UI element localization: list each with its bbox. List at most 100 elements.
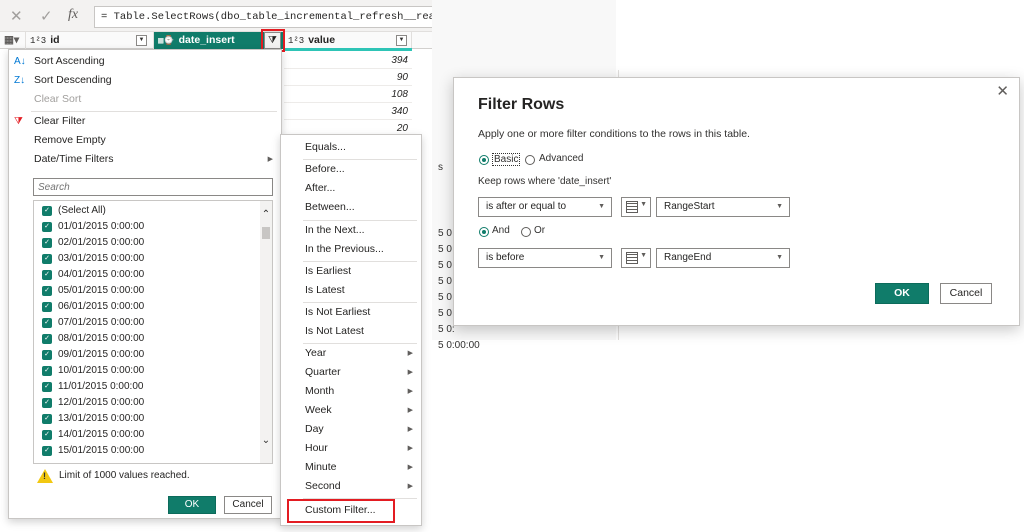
table-cell[interactable]: 90: [284, 69, 412, 86]
table-cell[interactable]: 108: [284, 86, 412, 103]
chevron-down-icon[interactable]: ▼: [136, 35, 147, 46]
table-corner-icon[interactable]: ▦▾: [0, 32, 26, 49]
check-icon[interactable]: ✓: [40, 7, 53, 25]
list-item[interactable]: ✓ 01/01/2015 0:00:00: [42, 219, 144, 235]
close-icon[interactable]: ✕: [996, 82, 1009, 100]
scrollbar[interactable]: ⌃ ⌄: [260, 201, 272, 463]
checkbox-checked-icon[interactable]: ✓: [42, 366, 52, 376]
condition2-operator-select[interactable]: is before ▼: [478, 248, 612, 268]
checkbox-checked-icon[interactable]: ✓: [42, 350, 52, 360]
menu-item-in-the-next[interactable]: In the Next...: [281, 221, 421, 240]
menu-item-hour[interactable]: Hour ▶: [281, 439, 421, 458]
datetime-filters-item[interactable]: Date/Time Filters ▶: [9, 150, 281, 169]
menu-item-is-not-latest[interactable]: Is Not Latest: [281, 322, 421, 341]
menu-item-is-not-earliest[interactable]: Is Not Earliest: [281, 303, 421, 322]
list-item[interactable]: ✓ 03/01/2015 0:00:00: [42, 251, 144, 267]
list-item[interactable]: ✓ 10/01/2015 0:00:00: [42, 363, 144, 379]
menu-item-quarter[interactable]: Quarter ▶: [281, 363, 421, 382]
menu-item-second[interactable]: Second ▶: [281, 477, 421, 496]
radio-advanced[interactable]: [525, 155, 535, 165]
list-item[interactable]: ✓ 02/01/2015 0:00:00: [42, 235, 144, 251]
checkbox-checked-icon[interactable]: ✓: [42, 382, 52, 392]
menu-item-between[interactable]: Between...: [281, 198, 421, 217]
formula-bar: ✕ ✓ fx = Table.SelectRows(dbo_table_incr…: [0, 0, 432, 32]
list-item[interactable]: ✓ 08/01/2015 0:00:00: [42, 331, 144, 347]
keep-rows-label: Keep rows where 'date_insert': [478, 176, 612, 187]
sort-descending-item[interactable]: Z↓ Sort Descending: [9, 71, 281, 90]
remove-empty-item[interactable]: Remove Empty: [9, 131, 281, 150]
column-header-value[interactable]: 1²3 value ▼: [284, 32, 412, 49]
menu-item-week[interactable]: Week ▶: [281, 401, 421, 420]
condition1-operator-select[interactable]: is after or equal to ▼: [478, 197, 612, 217]
chevron-down-icon[interactable]: ▼: [396, 35, 407, 46]
list-item[interactable]: ✓ 04/01/2015 0:00:00: [42, 267, 144, 283]
condition1-value-select[interactable]: RangeStart ▼: [656, 197, 790, 217]
list-item[interactable]: ✓ 12/01/2015 0:00:00: [42, 395, 144, 411]
checkbox-checked-icon[interactable]: ✓: [42, 318, 52, 328]
clear-filter-item[interactable]: ⧩ Clear Filter: [9, 112, 281, 131]
condition2-type-button[interactable]: ▼: [621, 248, 651, 268]
search-input[interactable]: [33, 178, 273, 196]
x-icon[interactable]: ✕: [10, 7, 23, 25]
radio-label-or[interactable]: Or: [534, 225, 545, 236]
radio-label-basic[interactable]: Basic: [492, 153, 521, 166]
formula-input[interactable]: = Table.SelectRows(dbo_table_incremental…: [94, 6, 432, 28]
menu-item-year[interactable]: Year ▶: [281, 344, 421, 363]
ok-button[interactable]: OK: [875, 283, 929, 304]
sort-ascending-item[interactable]: A↓ Sort Ascending: [9, 52, 281, 71]
list-item[interactable]: ✓ 13/01/2015 0:00:00: [42, 411, 144, 427]
ok-button[interactable]: OK: [168, 496, 216, 514]
checkbox-checked-icon[interactable]: ✓: [42, 254, 52, 264]
list-item[interactable]: ✓ 09/01/2015 0:00:00: [42, 347, 144, 363]
column-header-id[interactable]: 1²3 id ▼: [26, 32, 154, 49]
list-item[interactable]: ✓ (Select All): [42, 203, 106, 219]
table-cell[interactable]: 394: [284, 52, 412, 69]
list-item[interactable]: ✓ 11/01/2015 0:00:00: [42, 379, 143, 395]
menu-item-equals[interactable]: Equals...: [281, 138, 421, 157]
radio-and[interactable]: [479, 227, 489, 237]
list-item[interactable]: ✓ 05/01/2015 0:00:00: [42, 283, 144, 299]
checkbox-checked-icon[interactable]: ✓: [42, 430, 52, 440]
datetime-filters-submenu: Equals... Before... After... Between... …: [280, 134, 422, 526]
list-item[interactable]: ✓ 14/01/2015 0:00:00: [42, 427, 144, 443]
sort-descending-icon: Z↓: [14, 75, 26, 86]
fx-icon[interactable]: fx: [68, 7, 78, 23]
condition2-value-select[interactable]: RangeEnd ▼: [656, 248, 790, 268]
checkbox-checked-icon[interactable]: ✓: [42, 302, 52, 312]
menu-item-month[interactable]: Month ▶: [281, 382, 421, 401]
list-item[interactable]: ✓ 15/01/2015 0:00:00: [42, 443, 144, 459]
cancel-button[interactable]: Cancel: [940, 283, 992, 304]
condition1-type-button[interactable]: ▼: [621, 197, 651, 217]
radio-or[interactable]: [521, 227, 531, 237]
list-item[interactable]: ✓ 06/01/2015 0:00:00: [42, 299, 144, 315]
table-cell[interactable]: 340: [284, 103, 412, 120]
menu-item-before[interactable]: Before...: [281, 160, 421, 179]
menu-item-is-latest[interactable]: Is Latest: [281, 281, 421, 300]
menu-item-day[interactable]: Day ▶: [281, 420, 421, 439]
radio-basic[interactable]: [479, 155, 489, 165]
chevron-down-icon: ▼: [776, 203, 783, 210]
chevron-down-icon[interactable]: ⌄: [260, 435, 272, 446]
checkbox-checked-icon[interactable]: ✓: [42, 334, 52, 344]
chevron-down-icon: ▼: [598, 254, 605, 261]
cancel-button[interactable]: Cancel: [224, 496, 272, 514]
scroll-thumb[interactable]: [262, 227, 270, 239]
menu-item-after[interactable]: After...: [281, 179, 421, 198]
checkbox-checked-icon[interactable]: ✓: [42, 414, 52, 424]
checkbox-checked-icon[interactable]: ✓: [42, 446, 52, 456]
checkbox-checked-icon[interactable]: ✓: [42, 270, 52, 280]
checkbox-checked-icon[interactable]: ✓: [42, 206, 52, 216]
menu-item-minute[interactable]: Minute ▶: [281, 458, 421, 477]
radio-label-advanced[interactable]: Advanced: [539, 153, 583, 164]
checkbox-checked-icon[interactable]: ✓: [42, 286, 52, 296]
menu-item-is-earliest[interactable]: Is Earliest: [281, 262, 421, 281]
checkbox-checked-icon[interactable]: ✓: [42, 238, 52, 248]
column-headers: ▦▾ 1²3 id ▼ ▦⌚ date_insert 1²3 value ▼: [0, 32, 432, 49]
checkbox-checked-icon[interactable]: ✓: [42, 222, 52, 232]
chevron-up-icon[interactable]: ⌃: [260, 209, 272, 220]
menu-item-in-the-previous[interactable]: In the Previous...: [281, 240, 421, 259]
checkbox-checked-icon[interactable]: ✓: [42, 398, 52, 408]
chevron-right-icon: ▶: [407, 464, 413, 471]
list-item[interactable]: ✓ 07/01/2015 0:00:00: [42, 315, 144, 331]
radio-label-and[interactable]: And: [492, 225, 510, 236]
